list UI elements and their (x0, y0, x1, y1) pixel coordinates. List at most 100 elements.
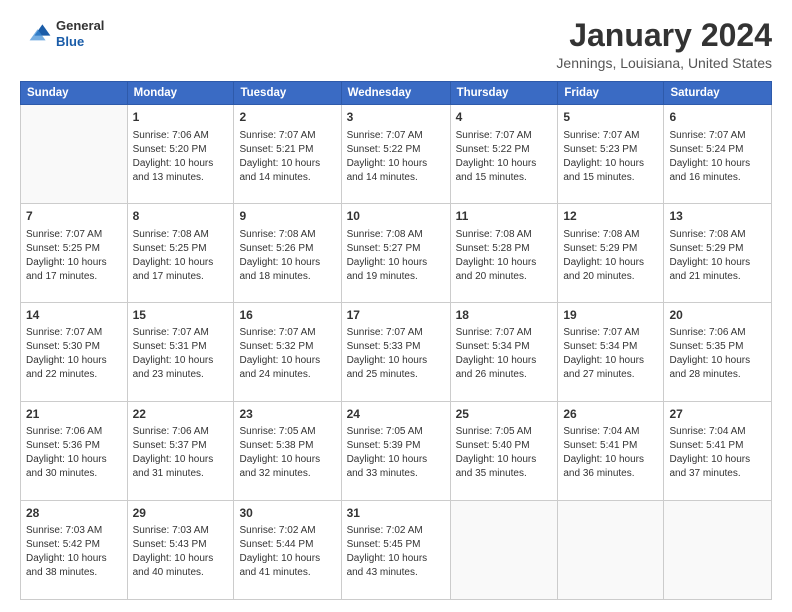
day-info: Sunrise: 7:03 AM Sunset: 5:43 PM Dayligh… (133, 524, 229, 580)
calendar-location: Jennings, Louisiana, United States (556, 55, 772, 71)
day-number: 31 (347, 505, 445, 522)
day-number: 17 (347, 307, 445, 324)
col-tuesday: Tuesday (234, 82, 341, 105)
day-number: 28 (26, 505, 122, 522)
table-row: 8 Sunrise: 7:08 AM Sunset: 5:25 PM Daylig… (127, 204, 234, 303)
day-info: Sunrise: 7:07 AM Sunset: 5:34 PM Dayligh… (563, 326, 658, 382)
day-info: Sunrise: 7:07 AM Sunset: 5:22 PM Dayligh… (456, 129, 553, 185)
day-number: 1 (133, 109, 229, 126)
day-number: 22 (133, 406, 229, 423)
table-row: 26 Sunrise: 7:04 AM Sunset: 5:41 PM Dayli… (558, 402, 664, 501)
day-number: 3 (347, 109, 445, 126)
day-info: Sunrise: 7:03 AM Sunset: 5:42 PM Dayligh… (26, 524, 122, 580)
table-row: 13 Sunrise: 7:08 AM Sunset: 5:29 PM Dayli… (664, 204, 772, 303)
table-row: 29 Sunrise: 7:03 AM Sunset: 5:43 PM Dayli… (127, 501, 234, 600)
table-row: 1 Sunrise: 7:06 AM Sunset: 5:20 PM Daylig… (127, 105, 234, 204)
calendar-week-row: 21 Sunrise: 7:06 AM Sunset: 5:36 PM Dayli… (21, 402, 772, 501)
day-number: 7 (26, 208, 122, 225)
day-number: 21 (26, 406, 122, 423)
table-row: 24Sunrise: 7:05 AM Sunset: 5:39 PM Dayli… (341, 402, 450, 501)
table-row: 10Sunrise: 7:08 AM Sunset: 5:27 PM Dayli… (341, 204, 450, 303)
day-number: 20 (669, 307, 766, 324)
day-info: Sunrise: 7:05 AM Sunset: 5:39 PM Dayligh… (347, 425, 445, 481)
day-info: Sunrise: 7:07 AM Sunset: 5:31 PM Dayligh… (133, 326, 229, 382)
table-row: 20 Sunrise: 7:06 AM Sunset: 5:35 PM Dayli… (664, 303, 772, 402)
header: General Blue January 2024 Jennings, Loui… (20, 18, 772, 71)
day-info: Sunrise: 7:08 AM Sunset: 5:26 PM Dayligh… (239, 228, 335, 284)
day-number: 15 (133, 307, 229, 324)
table-row: 23Sunrise: 7:05 AM Sunset: 5:38 PM Dayli… (234, 402, 341, 501)
col-wednesday: Wednesday (341, 82, 450, 105)
day-number: 19 (563, 307, 658, 324)
day-info: Sunrise: 7:06 AM Sunset: 5:20 PM Dayligh… (133, 129, 229, 185)
table-row: 7 Sunrise: 7:07 AM Sunset: 5:25 PM Daylig… (21, 204, 128, 303)
calendar-title: January 2024 (556, 18, 772, 53)
table-row: 9 Sunrise: 7:08 AM Sunset: 5:26 PM Daylig… (234, 204, 341, 303)
table-row: 18Sunrise: 7:07 AM Sunset: 5:34 PM Dayli… (450, 303, 558, 402)
calendar-week-row: 7 Sunrise: 7:07 AM Sunset: 5:25 PM Daylig… (21, 204, 772, 303)
table-row: 11 Sunrise: 7:08 AM Sunset: 5:28 PM Dayli… (450, 204, 558, 303)
day-info: Sunrise: 7:07 AM Sunset: 5:23 PM Dayligh… (563, 129, 658, 185)
header-row: Sunday Monday Tuesday Wednesday Thursday… (21, 82, 772, 105)
page: General Blue January 2024 Jennings, Loui… (0, 0, 792, 612)
day-number: 16 (239, 307, 335, 324)
table-row: 2Sunrise: 7:07 AM Sunset: 5:21 PM Daylig… (234, 105, 341, 204)
day-number: 14 (26, 307, 122, 324)
col-friday: Friday (558, 82, 664, 105)
day-info: Sunrise: 7:06 AM Sunset: 5:36 PM Dayligh… (26, 425, 122, 481)
day-info: Sunrise: 7:07 AM Sunset: 5:33 PM Dayligh… (347, 326, 445, 382)
day-number: 4 (456, 109, 553, 126)
day-number: 13 (669, 208, 766, 225)
col-saturday: Saturday (664, 82, 772, 105)
table-row: 5 Sunrise: 7:07 AM Sunset: 5:23 PM Daylig… (558, 105, 664, 204)
day-info: Sunrise: 7:05 AM Sunset: 5:38 PM Dayligh… (239, 425, 335, 481)
day-info: Sunrise: 7:07 AM Sunset: 5:34 PM Dayligh… (456, 326, 553, 382)
col-thursday: Thursday (450, 82, 558, 105)
table-row: 25 Sunrise: 7:05 AM Sunset: 5:40 PM Dayli… (450, 402, 558, 501)
logo-blue-text: Blue (56, 34, 104, 50)
calendar-week-row: 1 Sunrise: 7:06 AM Sunset: 5:20 PM Daylig… (21, 105, 772, 204)
table-row: 30Sunrise: 7:02 AM Sunset: 5:44 PM Dayli… (234, 501, 341, 600)
day-info: Sunrise: 7:08 AM Sunset: 5:29 PM Dayligh… (669, 228, 766, 284)
table-row: 16 Sunrise: 7:07 AM Sunset: 5:32 PM Dayli… (234, 303, 341, 402)
table-row: 3Sunrise: 7:07 AM Sunset: 5:22 PM Daylig… (341, 105, 450, 204)
day-info: Sunrise: 7:06 AM Sunset: 5:35 PM Dayligh… (669, 326, 766, 382)
table-row: 19 Sunrise: 7:07 AM Sunset: 5:34 PM Dayli… (558, 303, 664, 402)
day-info: Sunrise: 7:08 AM Sunset: 5:25 PM Dayligh… (133, 228, 229, 284)
day-info: Sunrise: 7:07 AM Sunset: 5:30 PM Dayligh… (26, 326, 122, 382)
day-info: Sunrise: 7:07 AM Sunset: 5:21 PM Dayligh… (239, 129, 335, 185)
table-row: 28 Sunrise: 7:03 AM Sunset: 5:42 PM Dayli… (21, 501, 128, 600)
day-info: Sunrise: 7:07 AM Sunset: 5:32 PM Dayligh… (239, 326, 335, 382)
table-row: 27Sunrise: 7:04 AM Sunset: 5:41 PM Dayli… (664, 402, 772, 501)
table-row: 21 Sunrise: 7:06 AM Sunset: 5:36 PM Dayli… (21, 402, 128, 501)
table-row: 12Sunrise: 7:08 AM Sunset: 5:29 PM Dayli… (558, 204, 664, 303)
day-number: 29 (133, 505, 229, 522)
day-number: 12 (563, 208, 658, 225)
calendar-week-row: 28 Sunrise: 7:03 AM Sunset: 5:42 PM Dayli… (21, 501, 772, 600)
day-number: 11 (456, 208, 553, 225)
day-number: 9 (239, 208, 335, 225)
table-row: 4 Sunrise: 7:07 AM Sunset: 5:22 PM Daylig… (450, 105, 558, 204)
day-number: 27 (669, 406, 766, 423)
day-info: Sunrise: 7:04 AM Sunset: 5:41 PM Dayligh… (563, 425, 658, 481)
logo-icon (20, 18, 52, 50)
table-row: 17 Sunrise: 7:07 AM Sunset: 5:33 PM Dayli… (341, 303, 450, 402)
col-sunday: Sunday (21, 82, 128, 105)
day-info: Sunrise: 7:08 AM Sunset: 5:27 PM Dayligh… (347, 228, 445, 284)
table-row: 6Sunrise: 7:07 AM Sunset: 5:24 PM Daylig… (664, 105, 772, 204)
day-number: 6 (669, 109, 766, 126)
day-number: 8 (133, 208, 229, 225)
table-row (21, 105, 128, 204)
day-info: Sunrise: 7:06 AM Sunset: 5:37 PM Dayligh… (133, 425, 229, 481)
day-number: 25 (456, 406, 553, 423)
day-number: 5 (563, 109, 658, 126)
day-info: Sunrise: 7:07 AM Sunset: 5:25 PM Dayligh… (26, 228, 122, 284)
table-row (450, 501, 558, 600)
logo: General Blue (20, 18, 104, 50)
col-monday: Monday (127, 82, 234, 105)
day-number: 26 (563, 406, 658, 423)
day-info: Sunrise: 7:08 AM Sunset: 5:28 PM Dayligh… (456, 228, 553, 284)
day-info: Sunrise: 7:05 AM Sunset: 5:40 PM Dayligh… (456, 425, 553, 481)
day-info: Sunrise: 7:02 AM Sunset: 5:45 PM Dayligh… (347, 524, 445, 580)
calendar-table: Sunday Monday Tuesday Wednesday Thursday… (20, 81, 772, 600)
